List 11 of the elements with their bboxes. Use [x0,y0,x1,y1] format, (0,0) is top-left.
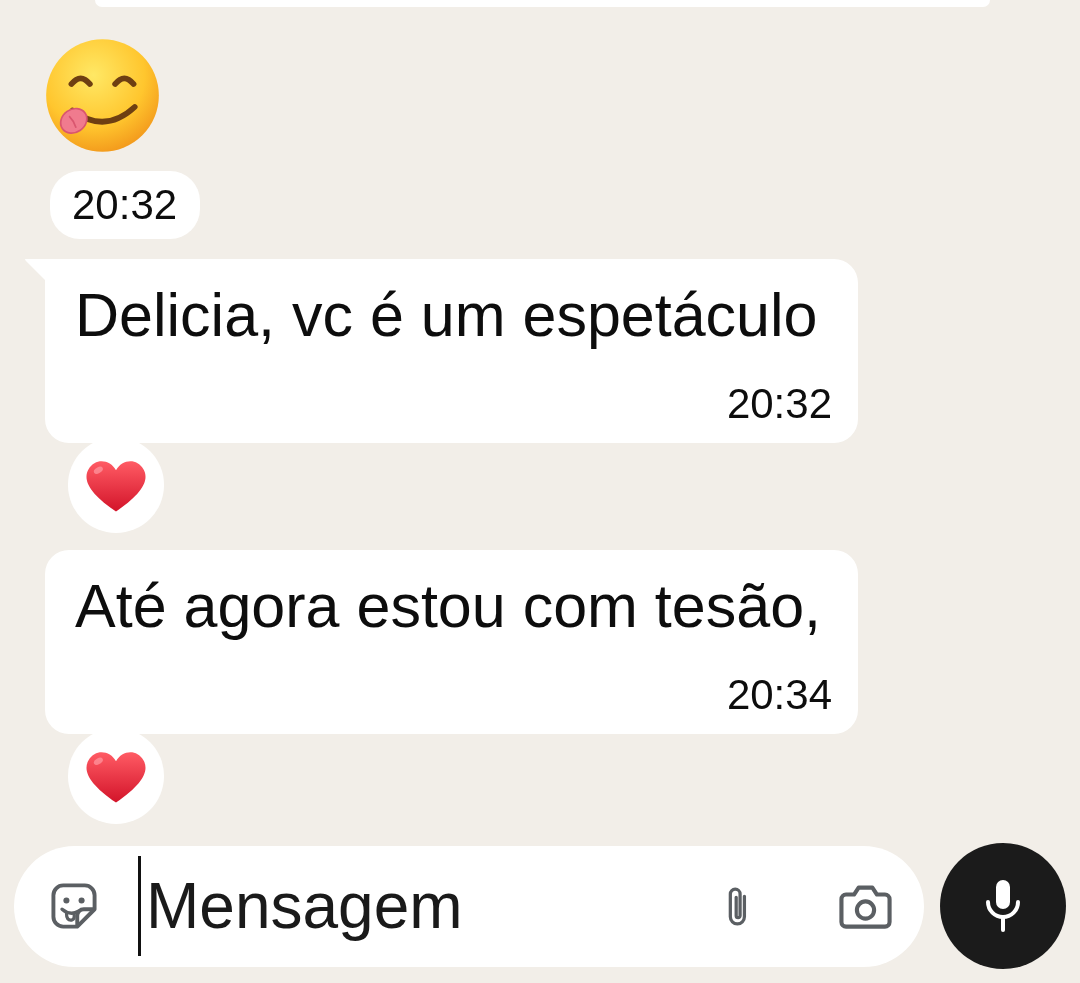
message-input[interactable]: Mensagem [141,861,706,951]
message-input-bar[interactable]: Mensagem [14,845,924,967]
camera-icon[interactable] [838,883,893,929]
message-time: 20:32 [50,171,201,239]
smiley-face-icon[interactable] [48,880,100,932]
message-time: 20:34 [726,670,832,720]
message-time: 20:32 [726,379,832,429]
message-text: Delicia, vc é um espetáculo [75,280,819,351]
message-text: Até agora estou com tesão, [75,571,822,642]
tongue-out-face-icon [45,38,160,153]
microphone-icon [983,878,1023,934]
